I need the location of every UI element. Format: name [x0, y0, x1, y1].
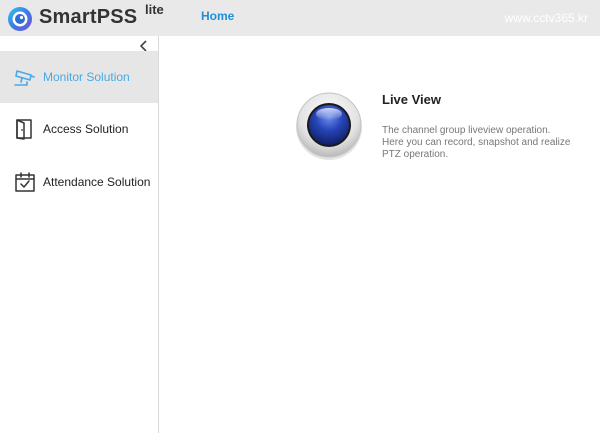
brand-edition: lite — [145, 2, 164, 17]
sidebar-item-label: Access Solution — [43, 122, 129, 136]
app-header: SmartPSS lite Home www.cctv365.kr — [0, 0, 600, 36]
live-view-icon[interactable] — [295, 92, 363, 160]
sidebar-item-attendance-solution[interactable]: Attendance Solution — [0, 156, 158, 208]
sidebar-item-access-solution[interactable]: Access Solution — [0, 103, 158, 155]
live-view-title[interactable]: Live View — [382, 92, 441, 108]
smartpss-logo-icon — [8, 7, 32, 31]
door-icon — [16, 119, 32, 140]
cctv-camera-icon — [14, 70, 35, 86]
nav-home-tab[interactable]: Home — [201, 9, 234, 23]
calendar-check-icon — [15, 172, 35, 192]
watermark-text: www.cctv365.kr — [504, 11, 588, 25]
live-view-description: The channel group liveview operation. He… — [382, 125, 571, 160]
sidebar-item-label: Monitor Solution — [43, 70, 130, 84]
sidebar-item-monitor-solution[interactable]: Monitor Solution — [0, 51, 158, 103]
sidebar-item-label: Attendance Solution — [43, 175, 151, 189]
brand-name: SmartPSS — [39, 6, 138, 28]
sidebar: Monitor Solution Access Solution Attenda… — [0, 36, 159, 433]
